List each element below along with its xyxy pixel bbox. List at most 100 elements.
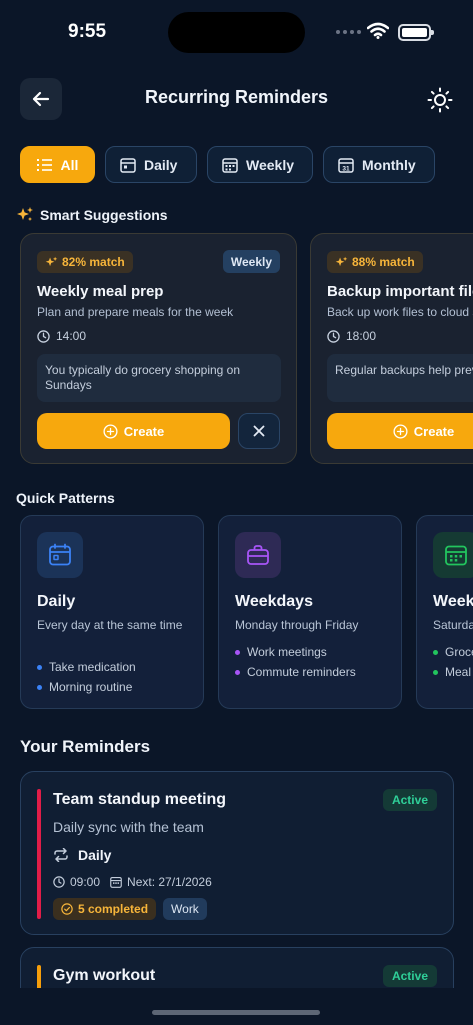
- calendar-icon: [110, 876, 122, 888]
- filter-weekly[interactable]: Weekly: [207, 146, 313, 183]
- bottom-safe-area: [0, 988, 473, 1025]
- wifi-icon: [367, 22, 389, 39]
- clock-icon: [37, 329, 50, 343]
- suggestion-card: 88% match Backup important files Back up…: [310, 233, 473, 464]
- completed-count: 5 completed: [78, 902, 149, 916]
- briefcase-icon: [247, 545, 269, 565]
- suggestion-card: 82% match Weekly Weekly meal prep Plan a…: [20, 233, 297, 464]
- calendar-31-icon: 31: [338, 157, 354, 173]
- pattern-card-daily[interactable]: Daily Every day at the same time Take me…: [20, 515, 204, 709]
- bullet-dot: [235, 669, 240, 675]
- calendar-icon: [49, 543, 71, 566]
- filter-weekly-label: Weekly: [246, 156, 294, 173]
- status-badge: Active: [382, 965, 437, 987]
- page-title: Recurring Reminders: [144, 87, 329, 107]
- pattern-title: Daily: [37, 593, 76, 610]
- frequency-filter-tabs: All Daily Weekly 31 Monthly: [20, 146, 435, 183]
- pattern-title: Weekdays: [235, 593, 313, 610]
- filter-daily[interactable]: Daily: [105, 146, 197, 183]
- match-text: 88% match: [352, 255, 415, 269]
- pattern-example-text: Commute reminders: [247, 665, 356, 679]
- theme-toggle-button[interactable]: [426, 86, 454, 114]
- reminder-frequency-text: Daily: [78, 847, 112, 863]
- reminder-schedule: 09:00 Next: 27/1/2026: [53, 875, 212, 889]
- pattern-title: Weekends: [433, 593, 473, 610]
- filter-all[interactable]: All: [20, 146, 95, 183]
- category-tag: Work: [163, 898, 207, 920]
- reminder-title: Team standup meeting: [53, 791, 227, 808]
- clock: 9:55: [68, 21, 107, 42]
- pattern-example-text: Work meetings: [247, 645, 327, 659]
- pattern-description: Monday through Friday: [235, 618, 359, 632]
- calendar-grid-icon: [445, 545, 467, 566]
- filter-all-label: All: [60, 156, 79, 173]
- match-text: 82% match: [62, 255, 125, 269]
- pattern-example-text: Grocery shopping: [445, 645, 473, 659]
- reminder-frequency: Daily: [53, 847, 111, 863]
- completed-badge: 5 completed: [53, 898, 157, 920]
- filter-monthly[interactable]: 31 Monthly: [323, 146, 435, 183]
- pattern-icon-box: [37, 532, 83, 578]
- svg-text:31: 31: [342, 165, 350, 172]
- signal-icon: [336, 30, 361, 34]
- create-suggestion-button[interactable]: Create: [37, 413, 230, 449]
- suggestion-title: Weekly meal prep: [37, 283, 164, 300]
- check-circle-icon: [61, 903, 73, 915]
- pattern-example-text: Take medication: [49, 660, 136, 674]
- reminder-description: Daily sync with the team: [53, 819, 204, 835]
- reminder-next-date: Next: 27/1/2026: [127, 875, 212, 889]
- filter-daily-label: Daily: [144, 156, 178, 173]
- bullet-dot: [235, 649, 240, 655]
- create-label: Create: [123, 423, 165, 439]
- suggestion-time: 14:00: [37, 329, 86, 343]
- pattern-icon-box: [235, 532, 281, 578]
- dynamic-island: [168, 12, 305, 53]
- reminder-card[interactable]: Team standup meeting Active Daily sync w…: [20, 771, 454, 935]
- sparkles-icon: [335, 256, 348, 266]
- reminder-time: 09:00: [70, 875, 101, 889]
- dismiss-suggestion-button[interactable]: [238, 413, 280, 449]
- repeat-icon: [54, 848, 68, 862]
- home-indicator[interactable]: [152, 1010, 320, 1015]
- pattern-example: Grocery shopping: [433, 645, 473, 659]
- suggestion-reason: Regular backups help prevent data loss: [327, 354, 473, 402]
- create-suggestion-button[interactable]: Create: [327, 413, 473, 449]
- list-icon: [36, 158, 52, 171]
- sparkles-icon: [45, 256, 58, 266]
- patterns-carousel[interactable]: Daily Every day at the same time Take me…: [20, 515, 473, 710]
- reminder-title: Gym workout: [53, 967, 156, 984]
- pattern-example: Work meetings: [235, 645, 327, 659]
- sun-icon: [427, 87, 453, 113]
- clock-icon: [327, 329, 340, 343]
- bullet-dot: [433, 649, 438, 655]
- pattern-example: Meal prep: [433, 665, 473, 679]
- clock-icon: [53, 876, 65, 888]
- calendar-grid-icon: [222, 157, 238, 173]
- pattern-example-text: Meal prep: [445, 665, 473, 679]
- battery-icon: [398, 24, 434, 41]
- quick-patterns-title: Quick Patterns: [16, 490, 115, 506]
- pattern-card-weekdays[interactable]: Weekdays Monday through Friday Work meet…: [218, 515, 402, 709]
- suggestions-carousel[interactable]: 82% match Weekly Weekly meal prep Plan a…: [20, 233, 473, 465]
- status-bar: 9:55: [0, 0, 473, 60]
- pattern-example-text: Morning routine: [49, 680, 133, 694]
- status-badge: Active: [382, 789, 437, 811]
- suggestion-time-text: 18:00: [346, 329, 377, 343]
- pattern-example: Commute reminders: [235, 665, 356, 679]
- priority-accent-bar: [37, 789, 41, 919]
- suggestion-description: Back up work files to cloud storage: [327, 305, 473, 319]
- suggestion-time-text: 14:00: [56, 329, 87, 343]
- suggestion-title: Backup important files: [327, 283, 473, 300]
- suggestion-time: 18:00: [327, 329, 376, 343]
- calendar-icon: [120, 157, 136, 173]
- pattern-card-weekends[interactable]: Weekends Saturday and Sunday Grocery sho…: [416, 515, 473, 709]
- reminder-tags: 5 completed Work: [53, 898, 207, 920]
- suggestion-reason: You typically do grocery shopping on Sun…: [37, 354, 281, 402]
- smart-suggestions-heading: Smart Suggestions: [16, 206, 168, 224]
- quick-patterns-heading: Quick Patterns: [16, 490, 115, 506]
- pattern-example: Morning routine: [37, 680, 132, 694]
- plus-circle-icon: [103, 423, 118, 439]
- smart-suggestions-title: Smart Suggestions: [40, 207, 168, 223]
- pattern-icon-box: [433, 532, 473, 578]
- match-badge: 82% match: [37, 251, 133, 273]
